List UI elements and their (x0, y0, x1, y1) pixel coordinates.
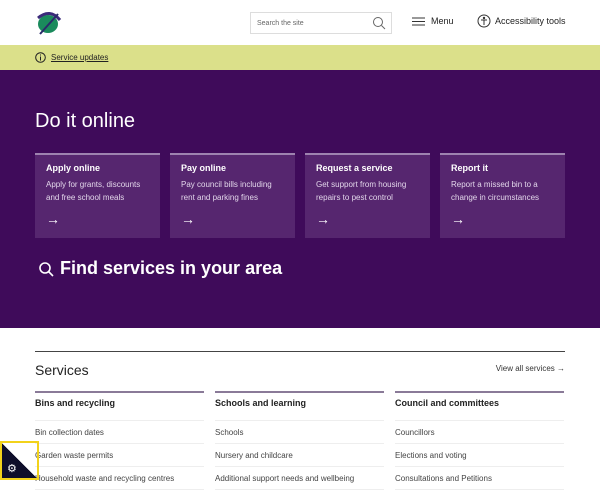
service-link[interactable]: Bin collection dates (35, 421, 204, 444)
services-section: Services View all services → Bins and re… (35, 351, 565, 490)
card-desc: Apply for grants, discounts and free sch… (46, 180, 141, 202)
search-icon (39, 261, 54, 277)
services-column: Schools and learning Schools Nursery and… (215, 391, 384, 490)
find-services-link[interactable]: Find services in your area (38, 258, 282, 279)
do-it-online-section: Do it online Apply online Apply for grant… (0, 70, 600, 328)
card-apply-online[interactable]: Apply online Apply for grants, discounts … (35, 153, 160, 238)
card-title: Pay online (181, 163, 227, 173)
search-icon[interactable] (372, 16, 386, 30)
service-link[interactable]: Household waste and recycling centres (35, 467, 204, 490)
column-heading[interactable]: Council and committees (395, 393, 564, 421)
service-link[interactable]: Nursery and childcare (215, 444, 384, 467)
card-pay-online[interactable]: Pay online Pay council bills including re… (170, 153, 295, 238)
arrow-right-icon: → (46, 211, 60, 227)
hamburger-icon (412, 17, 425, 25)
arrow-right-icon: → (451, 211, 465, 227)
search-input[interactable]: Search the site (250, 12, 392, 34)
arrow-right-icon: → (316, 211, 330, 227)
service-updates-banner: Service updates (0, 45, 600, 70)
column-heading[interactable]: Schools and learning (215, 393, 384, 421)
search-placeholder: Search the site (257, 20, 304, 27)
column-heading[interactable]: Bins and recycling (35, 393, 204, 421)
card-title: Apply online (46, 163, 100, 173)
services-column: Bins and recycling Bin collection dates … (35, 391, 204, 490)
info-icon (35, 52, 46, 63)
services-column: Council and committees Councillors Elect… (395, 391, 564, 490)
services-title: Services (35, 362, 89, 378)
cookie-settings-button[interactable]: ⚙ (0, 441, 39, 480)
menu-button[interactable]: Menu (412, 16, 454, 26)
card-desc: Report a missed bin to a change in circu… (451, 180, 540, 202)
menu-label: Menu (431, 16, 454, 26)
card-request-service[interactable]: Request a service Get support from housin… (305, 153, 430, 238)
view-all-services-link[interactable]: View all services → (496, 364, 565, 373)
card-title: Report it (451, 163, 488, 173)
card-desc: Get support from housing repairs to pest… (316, 180, 407, 202)
find-services-label: Find services in your area (60, 258, 283, 278)
service-link[interactable]: Additional support needs and wellbeing (215, 467, 384, 490)
service-link[interactable]: Consultations and Petitions (395, 467, 564, 490)
service-link[interactable]: Schools (215, 421, 384, 444)
hero-title: Do it online (35, 110, 136, 132)
arrow-right-icon: → (181, 211, 195, 227)
stirling-council-logo[interactable] (30, 4, 70, 40)
card-desc: Pay council bills including rent and par… (181, 180, 272, 202)
accessibility-label: Accessibility tools (495, 16, 566, 26)
gear-icon: ⚙ (7, 463, 17, 475)
card-report-it[interactable]: Report it Report a missed bin to a change… (440, 153, 565, 238)
header: Search the site Menu Accessibility tools (0, 0, 600, 45)
service-link[interactable]: Garden waste permits (35, 444, 204, 467)
service-updates-link[interactable]: Service updates (51, 53, 108, 62)
service-link[interactable]: Elections and voting (395, 444, 564, 467)
accessibility-icon (477, 14, 491, 28)
accessibility-tools-button[interactable]: Accessibility tools (477, 14, 566, 28)
service-link[interactable]: Councillors (395, 421, 564, 444)
card-title: Request a service (316, 163, 393, 173)
